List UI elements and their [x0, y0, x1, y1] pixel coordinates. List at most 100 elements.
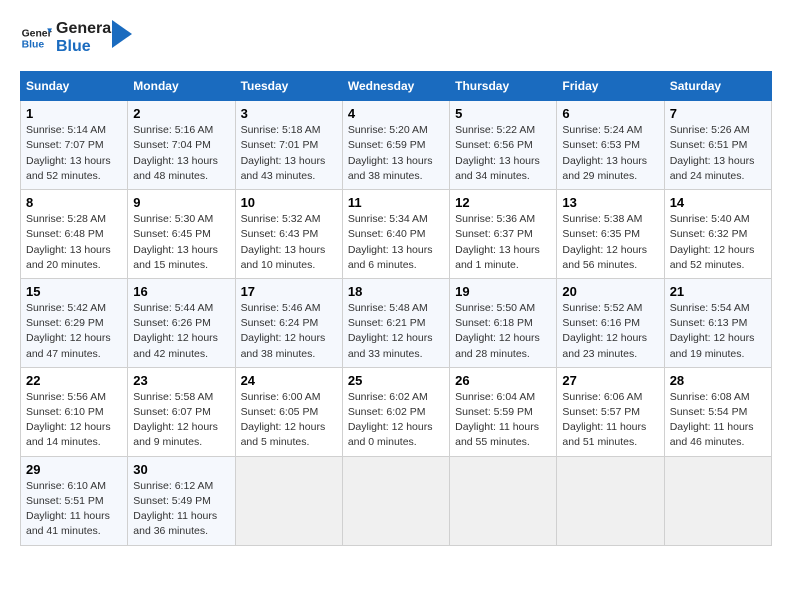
- calendar-cell: 25Sunrise: 6:02 AMSunset: 6:02 PMDayligh…: [342, 367, 449, 456]
- calendar-cell: 1 Sunrise: 5:14 AMSunset: 7:07 PMDaylight…: [21, 101, 128, 190]
- calendar-cell: 24Sunrise: 6:00 AMSunset: 6:05 PMDayligh…: [235, 367, 342, 456]
- weekday-tuesday: Tuesday: [235, 72, 342, 101]
- day-number: 18: [348, 284, 444, 299]
- day-number: 3: [241, 106, 337, 121]
- calendar-body: 1 Sunrise: 5:14 AMSunset: 7:07 PMDaylight…: [21, 101, 772, 545]
- calendar-cell: 29 Sunrise: 6:10 AMSunset: 5:51 PMDayligh…: [21, 456, 128, 545]
- day-info: Sunrise: 5:42 AMSunset: 6:29 PMDaylight:…: [26, 302, 111, 360]
- day-info: Sunrise: 5:24 AMSunset: 6:53 PMDaylight:…: [562, 124, 647, 182]
- week-row-3: 15Sunrise: 5:42 AMSunset: 6:29 PMDayligh…: [21, 278, 772, 367]
- day-info: Sunrise: 5:26 AMSunset: 6:51 PMDaylight:…: [670, 124, 755, 182]
- day-info: Sunrise: 6:06 AMSunset: 5:57 PMDaylight:…: [562, 391, 646, 449]
- calendar-cell: 19 Sunrise: 5:50 AMSunset: 6:18 PMDayligh…: [450, 278, 557, 367]
- day-number: 8: [26, 195, 122, 210]
- day-info: Sunrise: 5:48 AMSunset: 6:21 PMDaylight:…: [348, 302, 433, 360]
- calendar-cell: 18 Sunrise: 5:48 AMSunset: 6:21 PMDayligh…: [342, 278, 449, 367]
- calendar-cell: 2 Sunrise: 5:16 AMSunset: 7:04 PMDaylight…: [128, 101, 235, 190]
- calendar-cell: 26 Sunrise: 6:04 AMSunset: 5:59 PMDayligh…: [450, 367, 557, 456]
- day-info: Sunrise: 5:58 AMSunset: 6:07 PMDaylight:…: [133, 391, 218, 449]
- calendar-cell: 12 Sunrise: 5:36 AMSunset: 6:37 PMDayligh…: [450, 190, 557, 279]
- calendar-cell: 21 Sunrise: 5:54 AMSunset: 6:13 PMDayligh…: [664, 278, 771, 367]
- calendar-cell: 22 Sunrise: 5:56 AMSunset: 6:10 PMDayligh…: [21, 367, 128, 456]
- day-info: Sunrise: 6:12 AMSunset: 5:49 PMDaylight:…: [133, 480, 217, 538]
- day-info: Sunrise: 6:10 AMSunset: 5:51 PMDaylight:…: [26, 480, 110, 538]
- logo-text-general: General: [56, 20, 116, 38]
- week-row-4: 22 Sunrise: 5:56 AMSunset: 6:10 PMDayligh…: [21, 367, 772, 456]
- weekday-monday: Monday: [128, 72, 235, 101]
- svg-text:Blue: Blue: [22, 39, 45, 50]
- day-number: 12: [455, 195, 551, 210]
- day-info: Sunrise: 5:20 AMSunset: 6:59 PMDaylight:…: [348, 124, 433, 182]
- calendar-cell: 23 Sunrise: 5:58 AMSunset: 6:07 PMDayligh…: [128, 367, 235, 456]
- day-info: Sunrise: 6:04 AMSunset: 5:59 PMDaylight:…: [455, 391, 539, 449]
- day-number: 19: [455, 284, 551, 299]
- day-info: Sunrise: 5:30 AMSunset: 6:45 PMDaylight:…: [133, 213, 218, 271]
- calendar-cell: 11Sunrise: 5:34 AMSunset: 6:40 PMDayligh…: [342, 190, 449, 279]
- calendar-cell: 9 Sunrise: 5:30 AMSunset: 6:45 PMDaylight…: [128, 190, 235, 279]
- calendar-cell: 14 Sunrise: 5:40 AMSunset: 6:32 PMDayligh…: [664, 190, 771, 279]
- day-number: 14: [670, 195, 766, 210]
- weekday-sunday: Sunday: [21, 72, 128, 101]
- day-info: Sunrise: 5:14 AMSunset: 7:07 PMDaylight:…: [26, 124, 111, 182]
- day-number: 4: [348, 106, 444, 121]
- calendar-cell: 5 Sunrise: 5:22 AMSunset: 6:56 PMDaylight…: [450, 101, 557, 190]
- day-number: 5: [455, 106, 551, 121]
- day-info: Sunrise: 5:34 AMSunset: 6:40 PMDaylight:…: [348, 213, 433, 271]
- day-number: 23: [133, 373, 229, 388]
- day-info: Sunrise: 5:32 AMSunset: 6:43 PMDaylight:…: [241, 213, 326, 271]
- day-info: Sunrise: 5:40 AMSunset: 6:32 PMDaylight:…: [670, 213, 755, 271]
- day-info: Sunrise: 5:44 AMSunset: 6:26 PMDaylight:…: [133, 302, 218, 360]
- calendar-cell: 10Sunrise: 5:32 AMSunset: 6:43 PMDayligh…: [235, 190, 342, 279]
- calendar-cell: 28Sunrise: 6:08 AMSunset: 5:54 PMDayligh…: [664, 367, 771, 456]
- week-row-5: 29 Sunrise: 6:10 AMSunset: 5:51 PMDayligh…: [21, 456, 772, 545]
- weekday-wednesday: Wednesday: [342, 72, 449, 101]
- day-info: Sunrise: 5:54 AMSunset: 6:13 PMDaylight:…: [670, 302, 755, 360]
- logo-arrow-icon: [112, 20, 132, 48]
- calendar-cell: [450, 456, 557, 545]
- calendar-cell: 13Sunrise: 5:38 AMSunset: 6:35 PMDayligh…: [557, 190, 664, 279]
- logo-icon: General Blue: [20, 22, 52, 54]
- day-info: Sunrise: 6:00 AMSunset: 6:05 PMDaylight:…: [241, 391, 326, 449]
- calendar-cell: 30Sunrise: 6:12 AMSunset: 5:49 PMDayligh…: [128, 456, 235, 545]
- week-row-2: 8 Sunrise: 5:28 AMSunset: 6:48 PMDaylight…: [21, 190, 772, 279]
- calendar-cell: 8 Sunrise: 5:28 AMSunset: 6:48 PMDaylight…: [21, 190, 128, 279]
- day-number: 16: [133, 284, 229, 299]
- calendar-cell: 7Sunrise: 5:26 AMSunset: 6:51 PMDaylight…: [664, 101, 771, 190]
- day-number: 9: [133, 195, 229, 210]
- day-number: 2: [133, 106, 229, 121]
- weekday-thursday: Thursday: [450, 72, 557, 101]
- calendar-cell: [342, 456, 449, 545]
- day-number: 13: [562, 195, 658, 210]
- day-number: 27: [562, 373, 658, 388]
- day-info: Sunrise: 5:56 AMSunset: 6:10 PMDaylight:…: [26, 391, 111, 449]
- day-number: 17: [241, 284, 337, 299]
- day-number: 22: [26, 373, 122, 388]
- calendar-table: SundayMondayTuesdayWednesdayThursdayFrid…: [20, 71, 772, 545]
- day-number: 6: [562, 106, 658, 121]
- week-row-1: 1 Sunrise: 5:14 AMSunset: 7:07 PMDaylight…: [21, 101, 772, 190]
- day-info: Sunrise: 5:18 AMSunset: 7:01 PMDaylight:…: [241, 124, 326, 182]
- calendar-cell: 3 Sunrise: 5:18 AMSunset: 7:01 PMDaylight…: [235, 101, 342, 190]
- day-number: 29: [26, 462, 122, 477]
- weekday-saturday: Saturday: [664, 72, 771, 101]
- day-info: Sunrise: 5:36 AMSunset: 6:37 PMDaylight:…: [455, 213, 540, 271]
- day-info: Sunrise: 5:22 AMSunset: 6:56 PMDaylight:…: [455, 124, 540, 182]
- calendar-cell: 17 Sunrise: 5:46 AMSunset: 6:24 PMDayligh…: [235, 278, 342, 367]
- calendar-cell: [235, 456, 342, 545]
- calendar-cell: [664, 456, 771, 545]
- day-number: 21: [670, 284, 766, 299]
- day-info: Sunrise: 5:16 AMSunset: 7:04 PMDaylight:…: [133, 124, 218, 182]
- day-info: Sunrise: 5:50 AMSunset: 6:18 PMDaylight:…: [455, 302, 540, 360]
- day-number: 1: [26, 106, 122, 121]
- day-number: 26: [455, 373, 551, 388]
- day-info: Sunrise: 5:46 AMSunset: 6:24 PMDaylight:…: [241, 302, 326, 360]
- calendar-cell: 20Sunrise: 5:52 AMSunset: 6:16 PMDayligh…: [557, 278, 664, 367]
- calendar-cell: 27 Sunrise: 6:06 AMSunset: 5:57 PMDayligh…: [557, 367, 664, 456]
- calendar-cell: [557, 456, 664, 545]
- day-number: 25: [348, 373, 444, 388]
- day-info: Sunrise: 5:52 AMSunset: 6:16 PMDaylight:…: [562, 302, 647, 360]
- weekday-header-row: SundayMondayTuesdayWednesdayThursdayFrid…: [21, 72, 772, 101]
- logo: General Blue General Blue: [20, 20, 132, 55]
- calendar-cell: 4 Sunrise: 5:20 AMSunset: 6:59 PMDaylight…: [342, 101, 449, 190]
- day-info: Sunrise: 5:28 AMSunset: 6:48 PMDaylight:…: [26, 213, 111, 271]
